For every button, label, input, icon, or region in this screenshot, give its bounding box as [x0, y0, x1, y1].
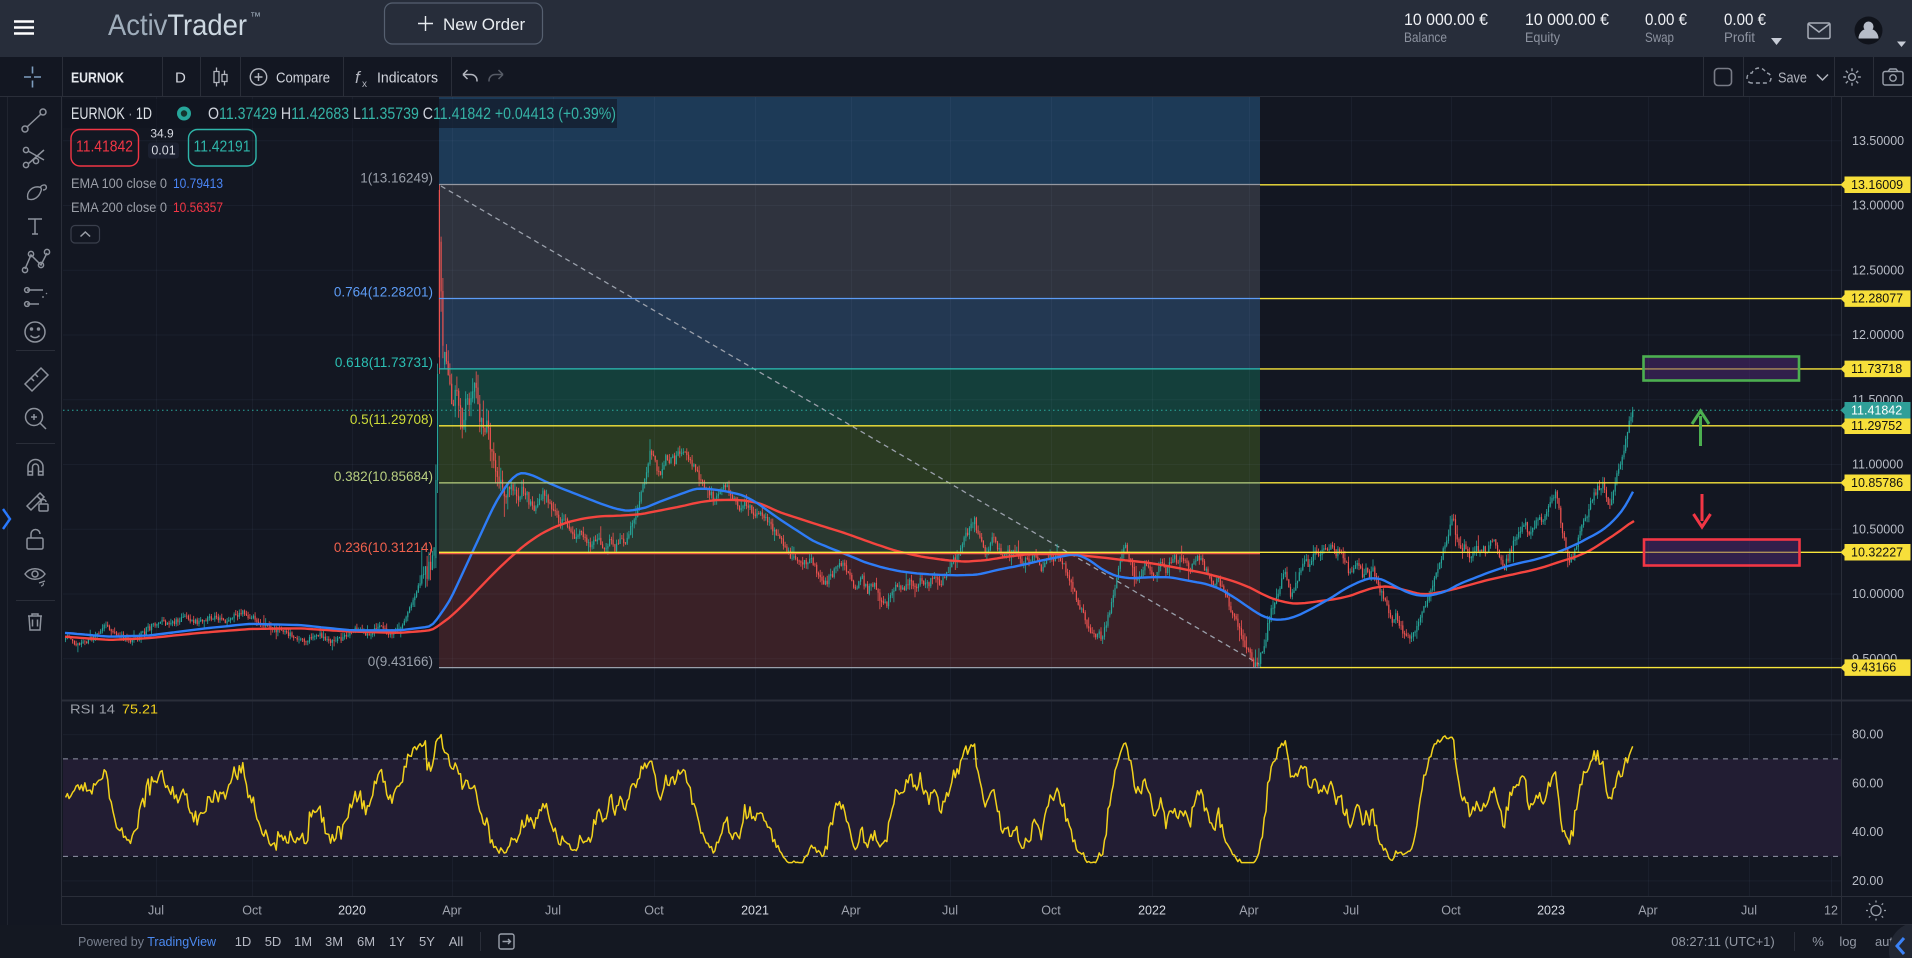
svg-text:x: x — [362, 79, 367, 90]
svg-text:11.73718: 11.73718 — [1851, 362, 1902, 376]
svg-text:Oct: Oct — [1041, 904, 1061, 918]
svg-text:08:27:11 (UTC+1): 08:27:11 (UTC+1) — [1671, 934, 1774, 949]
svg-text:Apr: Apr — [841, 904, 860, 918]
svg-text:11.29752: 11.29752 — [1851, 419, 1902, 433]
svg-text:34.9: 34.9 — [150, 127, 174, 141]
svg-text:9.43166: 9.43166 — [1851, 661, 1896, 675]
svg-text:13.50000: 13.50000 — [1852, 134, 1904, 148]
svg-text:EMA 200 close 0: EMA 200 close 0 — [71, 199, 167, 215]
svg-text:ActivTrader: ActivTrader — [108, 9, 247, 42]
svg-text:11.42191: 11.42191 — [194, 139, 251, 156]
svg-text:10 000.00 €: 10 000.00 € — [1525, 11, 1609, 29]
svg-text:80.00: 80.00 — [1852, 728, 1883, 742]
svg-text:10 000.00 €: 10 000.00 € — [1404, 11, 1488, 29]
svg-text:0(9.43166): 0(9.43166) — [368, 654, 433, 669]
svg-text:Apr: Apr — [442, 904, 461, 918]
svg-text:0.618(11.73731): 0.618(11.73731) — [335, 355, 433, 370]
svg-text:75.21: 75.21 — [122, 702, 158, 717]
svg-text:0.382(10.85684): 0.382(10.85684) — [334, 469, 433, 484]
svg-text:60.00: 60.00 — [1852, 776, 1883, 790]
svg-text:11.00000: 11.00000 — [1852, 458, 1903, 472]
svg-text:Balance: Balance — [1404, 29, 1447, 45]
svg-text:13.00000: 13.00000 — [1852, 199, 1904, 213]
svg-text:Swap: Swap — [1645, 29, 1674, 45]
svg-text:RSI 14: RSI 14 — [70, 702, 115, 717]
svg-text:EURNOK: EURNOK — [71, 71, 124, 87]
svg-text:%: % — [1812, 934, 1824, 949]
svg-text:0.764(12.28201): 0.764(12.28201) — [334, 285, 433, 300]
svg-text:f: f — [355, 68, 362, 87]
svg-text:Jul: Jul — [1741, 904, 1757, 918]
svg-text:Jul: Jul — [942, 904, 958, 918]
svg-text:Apr: Apr — [1239, 904, 1258, 918]
svg-text:2023: 2023 — [1537, 904, 1565, 918]
svg-text:2022: 2022 — [1138, 904, 1166, 918]
svg-text:10.79413: 10.79413 — [173, 175, 223, 191]
svg-text:Powered by TradingView: Powered by TradingView — [78, 935, 217, 949]
svg-text:12.28077: 12.28077 — [1851, 292, 1903, 306]
svg-text:Compare: Compare — [276, 70, 330, 87]
svg-text:40.00: 40.00 — [1852, 825, 1883, 839]
svg-text:D: D — [175, 70, 186, 87]
svg-text:12.50000: 12.50000 — [1852, 263, 1904, 277]
svg-text:10.56357: 10.56357 — [173, 199, 223, 215]
svg-text:Oct: Oct — [242, 904, 262, 918]
svg-text:0.00 €: 0.00 € — [1724, 11, 1766, 29]
svg-text:0.01: 0.01 — [151, 144, 175, 158]
svg-text:0.236(10.31214): 0.236(10.31214) — [334, 540, 433, 555]
svg-text:Jul: Jul — [545, 904, 561, 918]
svg-text:Apr: Apr — [1638, 904, 1657, 918]
svg-text:12.00000: 12.00000 — [1852, 328, 1904, 342]
svg-text:EURNOK · 1D: EURNOK · 1D — [71, 104, 152, 123]
svg-text:Jul: Jul — [1343, 904, 1359, 918]
svg-text:0.00 €: 0.00 € — [1645, 11, 1687, 29]
svg-text:New Order: New Order — [443, 15, 526, 34]
svg-text:EMA 100 close 0: EMA 100 close 0 — [71, 175, 167, 191]
svg-text:20.00: 20.00 — [1852, 874, 1883, 888]
svg-text:Equity: Equity — [1525, 29, 1560, 45]
svg-text:0.5(11.29708): 0.5(11.29708) — [350, 412, 433, 427]
svg-text:2020: 2020 — [338, 904, 366, 918]
svg-text:Profit: Profit — [1724, 29, 1755, 45]
svg-text:10.85786: 10.85786 — [1851, 476, 1903, 490]
svg-text:Indicators: Indicators — [377, 70, 438, 87]
svg-text:2021: 2021 — [741, 904, 769, 918]
svg-text:11.41842: 11.41842 — [1851, 403, 1902, 417]
svg-text:12: 12 — [1824, 904, 1838, 918]
svg-text:Oct: Oct — [644, 904, 664, 918]
svg-text:™: ™ — [250, 11, 261, 23]
svg-text:10.00000: 10.00000 — [1852, 587, 1904, 601]
svg-text:O11.37429 H11.42683 L11.35739: O11.37429 H11.42683 L11.35739 C11.41842 … — [208, 105, 616, 123]
svg-text:Oct: Oct — [1441, 904, 1461, 918]
svg-text:10.50000: 10.50000 — [1852, 522, 1904, 536]
svg-text:Save: Save — [1778, 70, 1807, 87]
svg-text:11.41842: 11.41842 — [76, 139, 133, 156]
svg-text:10.32227: 10.32227 — [1851, 545, 1903, 559]
svg-text:13.16009: 13.16009 — [1851, 178, 1903, 192]
svg-text:Jul: Jul — [148, 904, 164, 918]
